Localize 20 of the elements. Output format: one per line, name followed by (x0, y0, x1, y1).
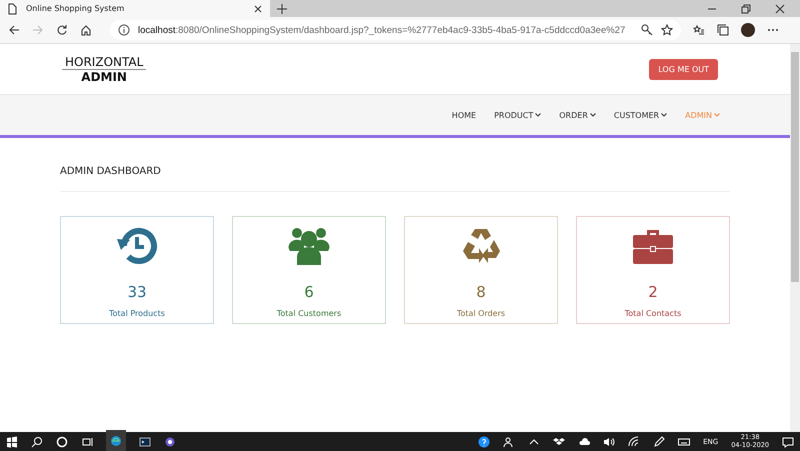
logout-button[interactable]: LOG ME OUT (649, 58, 718, 80)
url-text: localhost:8080/OnlineShoppingSystem/dashboard.jsp?_tokens=%2777eb4ac9-33b5-4ba5-917a-c5ddccd0a3ee%27 (138, 24, 626, 36)
stat-value: 6 (304, 283, 314, 301)
stat-label: Total Contacts (624, 309, 682, 318)
stat-label: Total Products (109, 309, 165, 318)
nav-link[interactable]: CUSTOMER (614, 110, 668, 120)
stat-value: 8 (476, 283, 486, 301)
stat-value: 33 (127, 283, 147, 301)
nav-link[interactable]: ORDER (559, 110, 596, 120)
nav-link[interactable]: HOME (452, 110, 476, 120)
stat-value: 2 (648, 283, 658, 301)
stat-label: Total Orders (456, 309, 506, 318)
tab-title: Online Shopping System (26, 4, 126, 13)
page-heading: ADMIN DASHBOARD (60, 166, 730, 192)
nav-link[interactable]: PRODUCT (494, 110, 542, 120)
address-bar[interactable]: localhost:8080/OnlineShoppingSystem/dashboard.jsp?_tokens=%2777eb4ac9-33b5-4ba5-917a-c5ddccd0a3ee%27 (110, 20, 682, 40)
stat-label: Total Customers (276, 309, 342, 318)
logo-text: ADMIN (81, 70, 127, 84)
browser-tab[interactable]: Online Shopping System (0, 0, 270, 17)
logo-text: HORIZONTAL (62, 54, 146, 70)
